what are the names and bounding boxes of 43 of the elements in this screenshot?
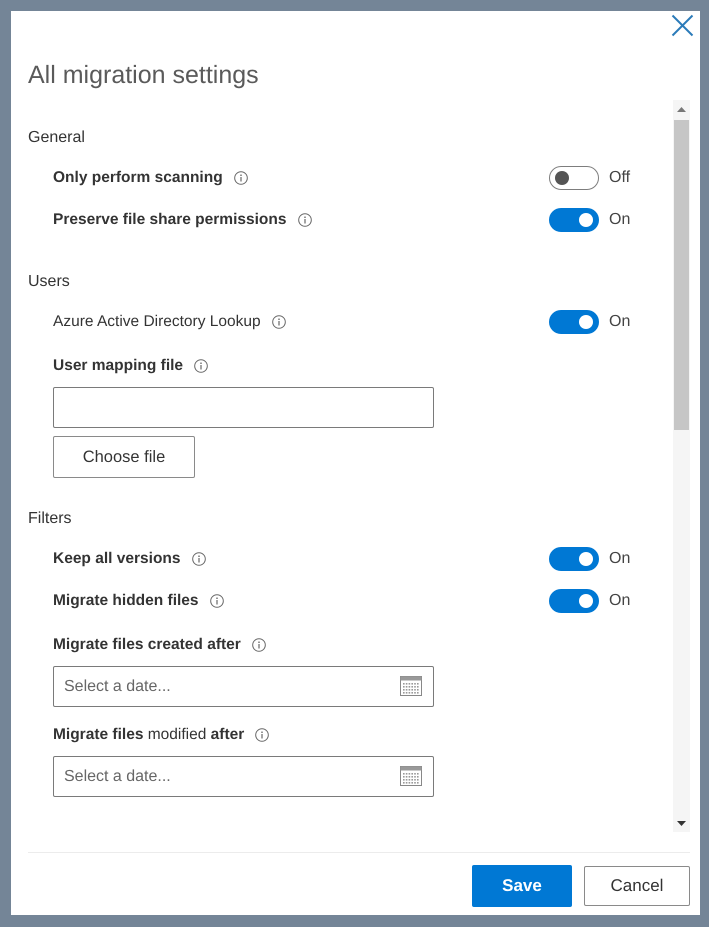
info-icon[interactable]	[194, 359, 208, 373]
info-icon[interactable]	[298, 213, 312, 227]
info-icon[interactable]	[210, 594, 224, 608]
setting-label: Preserve file share permissions	[53, 210, 286, 230]
section-heading: Filters	[28, 509, 72, 529]
save-button[interactable]: Save	[472, 865, 572, 907]
setting-label: Migrate files modified after	[53, 725, 244, 745]
info-icon[interactable]	[255, 728, 270, 742]
close-icon[interactable]	[671, 14, 694, 37]
dialog-title: All migration settings	[28, 60, 259, 91]
cancel-button[interactable]: Cancel	[584, 866, 690, 906]
setting-label: User mapping file	[53, 356, 184, 376]
calendar-icon[interactable]	[400, 676, 422, 696]
setting-label: Only perform scanning	[53, 168, 223, 188]
toggle-state-label: On	[609, 549, 630, 569]
setting-label: Keep all versions	[53, 549, 181, 569]
info-icon[interactable]	[234, 171, 248, 185]
toggle-switch[interactable]	[549, 208, 599, 232]
date-field[interactable]: Select a date...	[53, 756, 434, 797]
scrollbar-track[interactable]	[673, 100, 690, 832]
scrollbar-thumb[interactable]	[674, 120, 689, 430]
toggle-switch[interactable]	[549, 166, 599, 190]
toggle-state-label: On	[609, 210, 630, 230]
toggle-state-label: On	[609, 591, 630, 611]
section-heading: Users	[28, 272, 70, 292]
info-icon[interactable]	[252, 638, 266, 652]
choose-file-button[interactable]: Choose file	[53, 436, 195, 478]
toggle-switch[interactable]	[549, 547, 599, 571]
caret-down-icon[interactable]	[677, 820, 686, 826]
toggle-state-label: On	[609, 312, 630, 332]
setting-label: Migrate hidden files	[53, 591, 199, 611]
caret-up-icon[interactable]	[677, 106, 686, 112]
toggle-state-label: Off	[609, 168, 630, 188]
calendar-icon[interactable]	[400, 766, 422, 786]
setting-label: Azure Active Directory Lookup	[53, 312, 261, 332]
file-path-field[interactable]	[53, 387, 434, 428]
info-icon[interactable]	[272, 315, 286, 329]
section-heading: General	[28, 128, 85, 148]
setting-label: Migrate files created after	[53, 635, 241, 655]
toggle-switch[interactable]	[549, 589, 599, 613]
info-icon[interactable]	[192, 552, 206, 566]
toggle-switch[interactable]	[549, 310, 599, 334]
date-field[interactable]: Select a date...	[53, 666, 434, 707]
